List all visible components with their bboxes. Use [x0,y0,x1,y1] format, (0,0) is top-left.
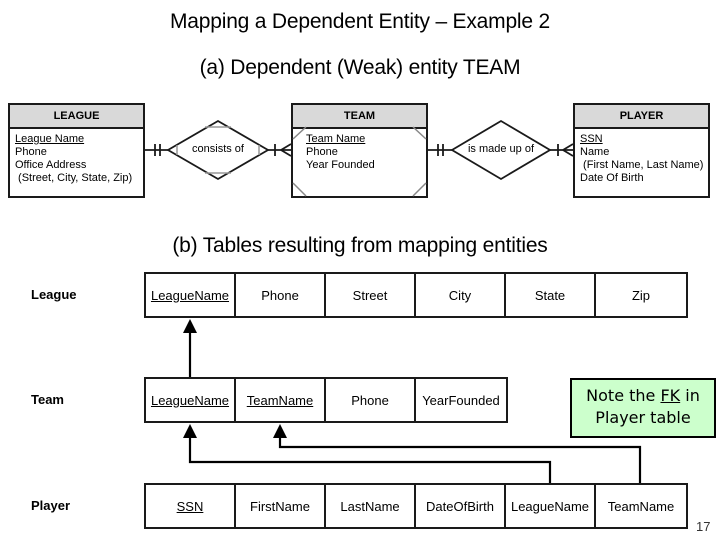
er-connectors [145,119,574,197]
column-cell: LeagueName [146,274,236,316]
column-cell: FirstName [236,485,326,527]
column-cell: Street [326,274,416,316]
column-name: SSN [176,498,204,514]
fk-arrow-player-teamname-to-team [278,435,642,483]
column-cell: Phone [236,274,326,316]
note-text: Note the [586,386,661,405]
column-name: City [448,287,472,303]
note-text: in [680,386,700,405]
column-name: Zip [631,287,651,303]
note-line-1: Note the FK in [572,385,714,407]
entity-team-name: TEAM [293,105,426,129]
table-label-player: Player [31,498,71,513]
column-cell: Phone [326,379,416,421]
column-name: DateOfBirth [426,498,494,514]
foreign-key-arrows [183,319,642,483]
column-cell: LeagueName [146,379,236,421]
table-player: SSN FirstName LastName DateOfBirth Leagu… [144,483,688,529]
crowsfoot-icon [562,143,574,151]
attribute: Phone [306,146,338,158]
column-name: TeamName [607,498,675,514]
fk-arrow-player-leaguename-to-team [188,435,552,483]
column-name: TeamName [246,392,314,408]
attribute: Phone [15,146,47,158]
relationship-label-is-made-up-of: is made up of [467,143,535,155]
column-name: LeagueName [150,287,230,303]
slide-title: Mapping a Dependent Entity – Example 2 [170,10,550,33]
table-league: LeagueName Phone Street City State Zip [144,272,688,318]
entity-player-attributes: SSN Name (First Name, Last Name) Date Of… [575,129,708,189]
column-cell: LastName [326,485,416,527]
attribute-key: SSN [580,133,603,145]
column-name: FirstName [250,498,310,514]
note-fk-emphasis: FK [660,386,681,405]
subtitle-tables: (b) Tables resulting from mapping entiti… [172,234,548,257]
column-name: LeagueName [150,392,230,408]
entity-team: TEAM Team Name Phone Year Founded [291,103,428,198]
entity-player-name: PLAYER [575,105,708,129]
column-cell: YearFounded [416,379,506,421]
column-cell: LeagueName [506,485,596,527]
attribute-key: Team Name [306,133,366,145]
column-cell: TeamName [596,485,686,527]
attribute: Name [580,146,610,158]
attribute: Year Founded [306,159,375,171]
column-cell: DateOfBirth [416,485,506,527]
arrowhead-icon [183,424,197,438]
column-cell: State [506,274,596,316]
column-name: YearFounded [422,392,500,408]
entity-team-attributes: Team Name Phone Year Founded [293,129,426,176]
entity-league-attributes: League Name Phone Office Address (Street… [10,129,143,189]
subtitle-er-diagram: (a) Dependent (Weak) entity TEAM [199,56,521,79]
table-label-team: Team [31,392,64,407]
attribute: (First Name, Last Name) [580,159,704,171]
page-number: 17 [696,519,711,534]
entity-league-name: LEAGUE [10,105,143,129]
entity-player: PLAYER SSN Name (First Name, Last Name) … [573,103,710,198]
arrowhead-icon [273,424,287,438]
column-name: Phone [261,287,299,303]
relationship-label-consists-of: consists of [192,143,244,155]
entity-league: LEAGUE League Name Phone Office Address … [8,103,145,198]
column-name: State [534,287,566,303]
crowsfoot-icon [280,143,292,151]
attribute: (Street, City, State, Zip) [15,172,133,184]
attribute: Office Address [15,159,87,171]
attribute-key: League Name [15,133,85,145]
arrowhead-icon [183,319,197,333]
note-line-2: Player table [595,408,691,427]
table-label-league: League [31,287,77,302]
attribute: Date Of Birth [580,172,644,184]
column-cell: Zip [596,274,686,316]
note-callout: Note the FK in Player table [570,378,716,438]
column-cell: SSN [146,485,236,527]
column-cell: City [416,274,506,316]
column-name: Street [352,287,388,303]
table-team: LeagueName TeamName Phone YearFounded [144,377,508,423]
column-name: LeagueName [510,498,590,514]
column-name: LastName [340,498,400,514]
column-name: Phone [351,392,389,408]
column-cell: TeamName [236,379,326,421]
